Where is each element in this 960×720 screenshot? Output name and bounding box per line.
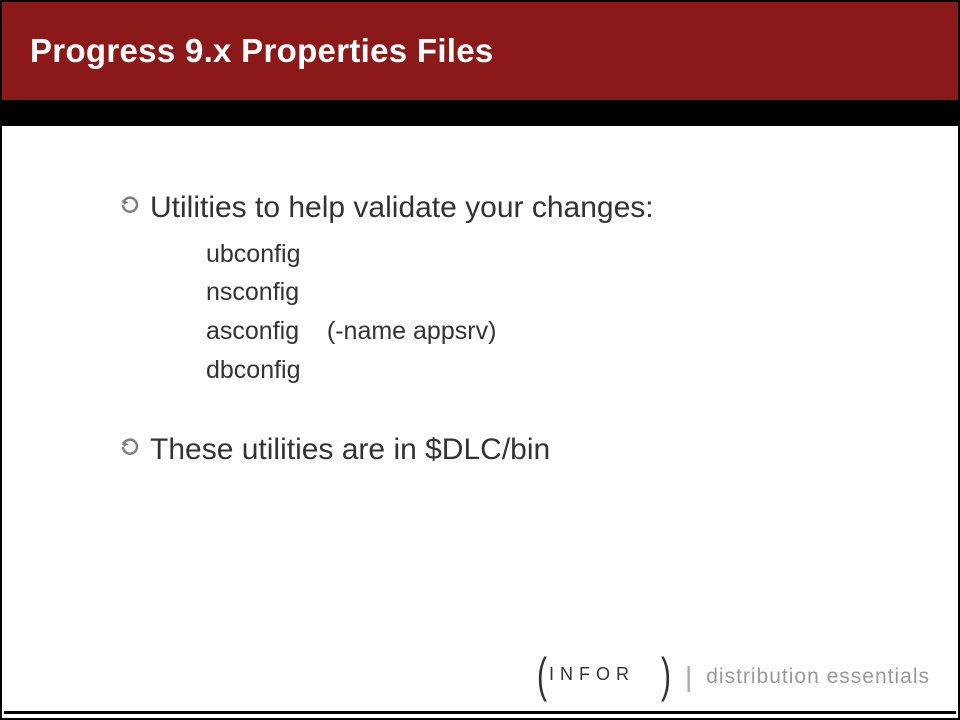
bullet-item: Utilities to help validate your changes: — [120, 188, 908, 229]
bullet-text: These utilities are in $DLC/bin — [150, 430, 550, 471]
infor-logo: ( INFOR ) — [537, 660, 671, 694]
sub-item: nsconfig — [206, 273, 908, 312]
sub-item: dbconfig — [206, 351, 908, 390]
footer-tagline: distribution essentials — [706, 665, 930, 689]
title-bar: Progress 9.x Properties Files — [2, 2, 958, 100]
bullet-item: These utilities are in $DLC/bin — [120, 430, 908, 471]
slide-title: Progress 9.x Properties Files — [30, 32, 494, 70]
svg-text:INFOR: INFOR — [549, 664, 635, 684]
logo-paren-right-icon: ) — [661, 650, 671, 704]
logo-paren-left-icon: ( — [537, 650, 547, 704]
divider-strip — [2, 100, 958, 126]
bottom-border — [4, 711, 956, 714]
sub-item: ubconfig — [206, 235, 908, 274]
footer-separator: | — [685, 661, 692, 693]
bullet-arrow-icon — [120, 437, 142, 459]
footer: ( INFOR ) | distribution essentials — [537, 660, 930, 694]
sub-list: ubconfig nsconfig asconfig (-name appsrv… — [206, 235, 908, 390]
slide-body: Utilities to help validate your changes:… — [2, 126, 958, 718]
sub-item: asconfig (-name appsrv) — [206, 312, 908, 351]
slide: Progress 9.x Properties Files Utilities … — [0, 0, 960, 720]
bullet-text: Utilities to help validate your changes: — [150, 188, 654, 229]
logo-text: INFOR — [549, 663, 659, 691]
bullet-arrow-icon — [120, 195, 142, 217]
